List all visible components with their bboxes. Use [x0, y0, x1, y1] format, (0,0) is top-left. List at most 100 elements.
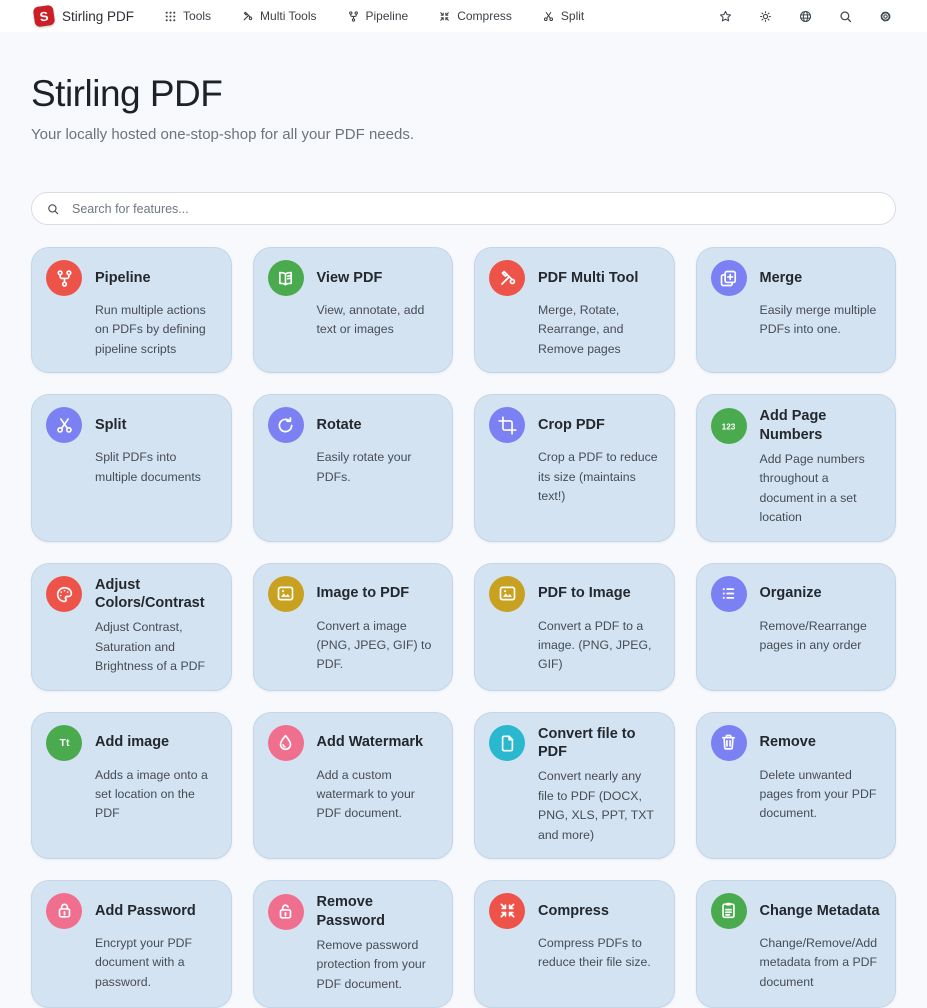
card-title: Add image: [95, 733, 169, 752]
card-description: View, annotate, add text or images: [317, 301, 439, 340]
file-icon: [489, 725, 525, 761]
card-change-metadata[interactable]: Change Metadata Change/Remove/Add metada…: [696, 880, 897, 1008]
card-description: Compress PDFs to reduce their file size.: [538, 934, 660, 973]
unlock-icon: [268, 894, 304, 930]
card-title: Crop PDF: [538, 416, 605, 435]
card-pipeline[interactable]: Pipeline Run multiple actions on PDFs by…: [31, 247, 232, 373]
favourites-star-icon[interactable]: [718, 9, 733, 24]
theme-brightness-icon[interactable]: [758, 9, 773, 24]
card-crop-pdf[interactable]: Crop PDF Crop a PDF to reduce its size (…: [474, 394, 675, 541]
card-title: Split: [95, 416, 126, 435]
card-pdf-multi-tool[interactable]: PDF Multi Tool Merge, Rotate, Rearrange,…: [474, 247, 675, 373]
list-icon: [711, 576, 747, 612]
card-title: Remove: [760, 733, 816, 752]
card-image-to-pdf[interactable]: Image to PDF Convert a image (PNG, JPEG,…: [253, 563, 454, 691]
card-title: Organize: [760, 584, 822, 603]
water-drop-icon: [268, 725, 304, 761]
card-organize[interactable]: Organize Remove/Rearrange pages in any o…: [696, 563, 897, 691]
image-icon: [489, 576, 525, 612]
card-title: View PDF: [317, 269, 383, 288]
card-title: Image to PDF: [317, 584, 410, 603]
language-globe-icon[interactable]: [798, 9, 813, 24]
palette-icon: [46, 576, 82, 612]
crop-icon: [489, 407, 525, 443]
page-title: Stirling PDF: [31, 73, 896, 115]
book-open-icon: [268, 260, 304, 296]
card-description: Delete unwanted pages from your PDF docu…: [760, 766, 882, 824]
compress-icon: [438, 10, 451, 23]
nav-item-tools[interactable]: Tools: [164, 9, 211, 23]
nav-item-split[interactable]: Split: [542, 9, 584, 23]
card-add-image[interactable]: Tt Add image Adds a image onto a set loc…: [31, 712, 232, 859]
rotate-icon: [268, 407, 304, 443]
card-description: Convert nearly any file to PDF (DOCX, PN…: [538, 767, 660, 845]
pipeline-icon: [347, 10, 360, 23]
card-description: Change/Remove/Add metadata from a PDF do…: [760, 934, 882, 992]
svg-text:Tt: Tt: [59, 737, 69, 749]
card-split[interactable]: Split Split PDFs into multiple documents: [31, 394, 232, 541]
nav-item-label: Multi Tools: [260, 9, 316, 23]
card-title: Add Watermark: [317, 733, 424, 752]
card-title: PDF Multi Tool: [538, 269, 638, 288]
page-subtitle: Your locally hosted one-stop-shop for al…: [31, 126, 896, 143]
card-description: Run multiple actions on PDFs by defining…: [95, 301, 217, 359]
card-view-pdf[interactable]: View PDF View, annotate, add text or ima…: [253, 247, 454, 373]
search-icon: [46, 202, 60, 216]
card-description: Add a custom watermark to your PDF docum…: [317, 766, 439, 824]
card-title: Add Password: [95, 902, 196, 921]
image-icon: [268, 576, 304, 612]
nav-item-label: Pipeline: [366, 9, 409, 23]
scissors-icon: [542, 10, 555, 23]
card-description: Easily rotate your PDFs.: [317, 448, 439, 487]
card-description: Convert a image (PNG, JPEG, GIF) to PDF.: [317, 617, 439, 675]
stirling-logo-icon: S: [33, 5, 56, 28]
nav-item-label: Split: [561, 9, 584, 23]
card-rotate[interactable]: Rotate Easily rotate your PDFs.: [253, 394, 454, 541]
card-description: Encrypt your PDF document with a passwor…: [95, 934, 217, 992]
card-description: Merge, Rotate, Rearrange, and Remove pag…: [538, 301, 660, 359]
card-title: Compress: [538, 902, 609, 921]
card-convert-file-to-pdf[interactable]: Convert file to PDF Convert nearly any f…: [474, 712, 675, 859]
card-add-password[interactable]: Add Password Encrypt your PDF document w…: [31, 880, 232, 1008]
card-adjust-colors-contrast[interactable]: Adjust Colors/Contrast Adjust Contrast, …: [31, 563, 232, 691]
nav-item-multi-tools[interactable]: Multi Tools: [241, 9, 316, 23]
card-add-watermark[interactable]: Add Watermark Add a custom watermark to …: [253, 712, 454, 859]
search-input[interactable]: [70, 201, 881, 217]
card-remove[interactable]: Remove Delete unwanted pages from your P…: [696, 712, 897, 859]
compress-icon: [489, 893, 525, 929]
settings-gear-icon[interactable]: [878, 9, 893, 24]
brand-label: Stirling PDF: [62, 9, 134, 24]
lock-icon: [46, 893, 82, 929]
card-description: Add Page numbers throughout a document i…: [760, 450, 882, 528]
card-title: Change Metadata: [760, 902, 880, 921]
card-description: Crop a PDF to reduce its size (maintains…: [538, 448, 660, 506]
card-title: Rotate: [317, 416, 362, 435]
card-pdf-to-image[interactable]: PDF to Image Convert a PDF to a image. (…: [474, 563, 675, 691]
card-title: Remove Password: [317, 893, 439, 931]
card-remove-password[interactable]: Remove Password Remove password protecti…: [253, 880, 454, 1008]
tools-icon: [241, 10, 254, 23]
svg-text:123: 123: [722, 421, 736, 431]
card-title: PDF to Image: [538, 584, 631, 603]
search-icon[interactable]: [838, 9, 853, 24]
scissors-icon: [46, 407, 82, 443]
trash-icon: [711, 725, 747, 761]
text-format-icon: Tt: [46, 725, 82, 761]
card-title: Merge: [760, 269, 803, 288]
brand-home-link[interactable]: S Stirling PDF: [34, 6, 134, 26]
nav-item-label: Tools: [183, 9, 211, 23]
card-compress[interactable]: Compress Compress PDFs to reduce their f…: [474, 880, 675, 1008]
card-description: Split PDFs into multiple documents: [95, 448, 217, 487]
nav-item-label: Compress: [457, 9, 512, 23]
nav-item-pipeline[interactable]: Pipeline: [347, 9, 409, 23]
card-merge[interactable]: Merge Easily merge multiple PDFs into on…: [696, 247, 897, 373]
card-description: Convert a PDF to a image. (PNG, JPEG, GI…: [538, 617, 660, 675]
card-title: Convert file to PDF: [538, 725, 660, 763]
card-title: Add Page Numbers: [760, 407, 882, 445]
clipboard-icon: [711, 893, 747, 929]
card-description: Adjust Contrast, Saturation and Brightne…: [95, 618, 217, 676]
card-add-page-numbers[interactable]: 123 Add Page Numbers Add Page numbers th…: [696, 394, 897, 541]
search-bar[interactable]: [31, 192, 896, 225]
card-title: Adjust Colors/Contrast: [95, 576, 217, 614]
nav-item-compress[interactable]: Compress: [438, 9, 512, 23]
